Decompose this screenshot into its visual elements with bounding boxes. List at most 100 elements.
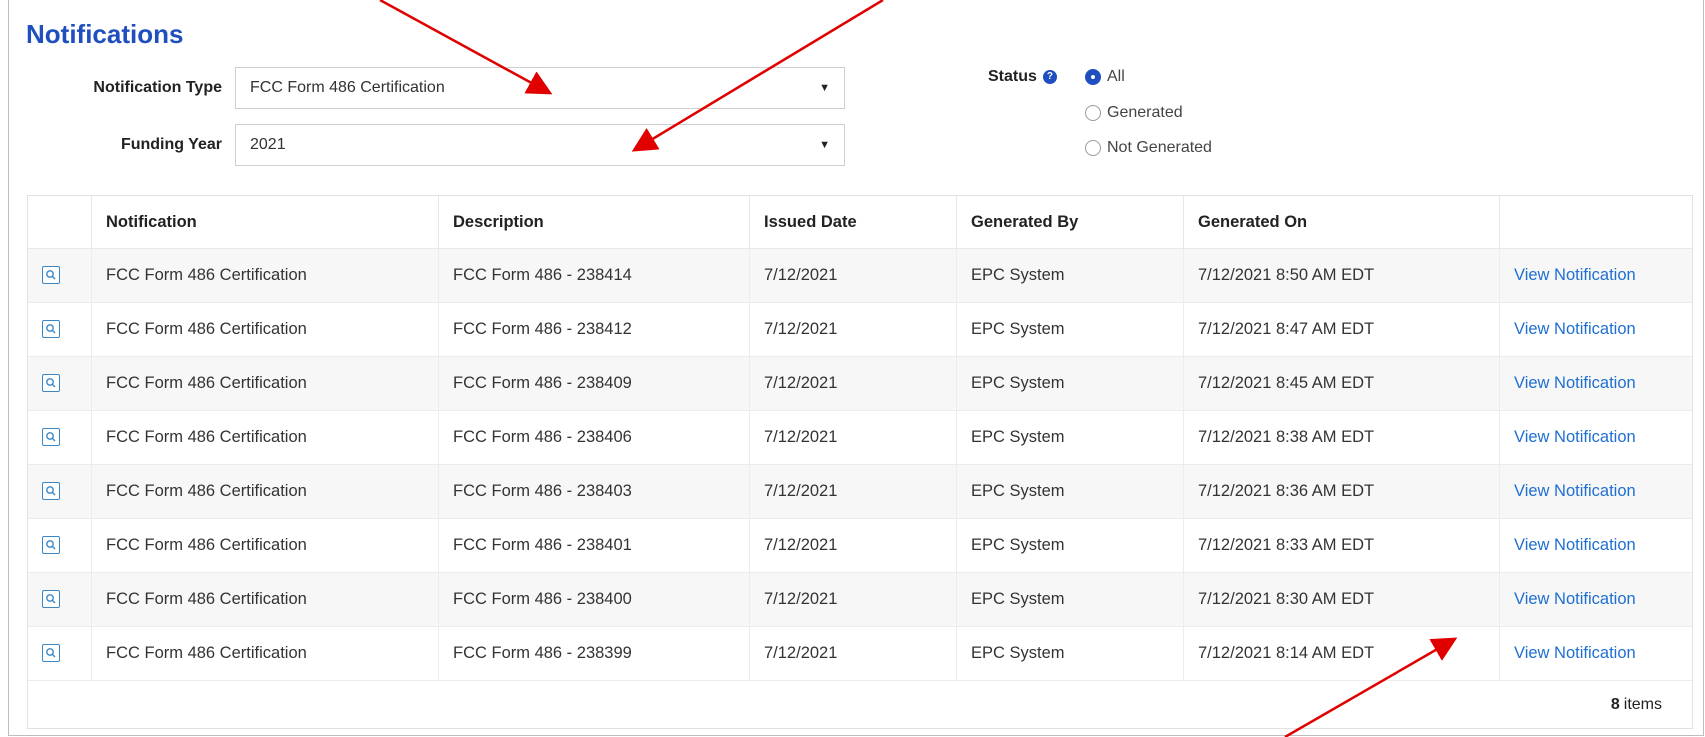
cell-generated-by: EPC System	[956, 572, 1184, 627]
caret-down-icon: ▼	[819, 82, 830, 94]
search-icon[interactable]	[42, 265, 60, 284]
cell-issued-date: 7/12/2021	[749, 464, 957, 519]
cell-description: FCC Form 486 - 238403	[438, 464, 750, 519]
table-row: FCC Form 486 Certification FCC Form 486 -…	[28, 356, 1692, 411]
radio-unchecked-icon[interactable]	[1085, 140, 1101, 156]
cell-description: FCC Form 486 - 238399	[438, 626, 750, 681]
cell-generated-on: 7/12/2021 8:33 AM EDT	[1183, 518, 1500, 573]
notifications-table: Notification Description Issued Date Gen…	[27, 195, 1693, 729]
column-header-issued-date[interactable]: Issued Date	[749, 196, 957, 249]
status-option-not-generated[interactable]: Not Generated	[1085, 139, 1212, 157]
search-icon[interactable]	[42, 643, 60, 662]
cell-notification: FCC Form 486 Certification	[91, 572, 439, 627]
question-circle-icon[interactable]: ?	[1042, 70, 1057, 84]
view-notification-link[interactable]: View Notification	[1514, 644, 1636, 662]
cell-description: FCC Form 486 - 238406	[438, 410, 750, 465]
view-notification-link[interactable]: View Notification	[1514, 590, 1636, 608]
cell-generated-on: 7/12/2021 8:45 AM EDT	[1183, 356, 1500, 411]
search-icon[interactable]	[42, 589, 60, 608]
row-action-cell	[28, 302, 92, 357]
radio-checked-icon[interactable]	[1085, 69, 1101, 85]
table-row: FCC Form 486 Certification FCC Form 486 -…	[28, 572, 1692, 627]
cell-notification: FCC Form 486 Certification	[91, 356, 439, 411]
cell-issued-date: 7/12/2021	[749, 302, 957, 357]
status-label-group: Status ?	[988, 68, 1057, 86]
cell-action: View Notification	[1499, 356, 1692, 411]
row-action-cell	[28, 626, 92, 681]
cell-generated-on: 7/12/2021 8:47 AM EDT	[1183, 302, 1500, 357]
cell-generated-by: EPC System	[956, 356, 1184, 411]
cell-notification: FCC Form 486 Certification	[91, 302, 439, 357]
cell-description: FCC Form 486 - 238414	[438, 248, 750, 303]
cell-action: View Notification	[1499, 248, 1692, 303]
status-option-generated[interactable]: Generated	[1085, 104, 1183, 122]
cell-issued-date: 7/12/2021	[749, 356, 957, 411]
cell-action: View Notification	[1499, 464, 1692, 519]
cell-generated-by: EPC System	[956, 464, 1184, 519]
radio-unchecked-icon[interactable]	[1085, 105, 1101, 121]
column-header-generated-by[interactable]: Generated By	[956, 196, 1184, 249]
cell-action: View Notification	[1499, 572, 1692, 627]
cell-action: View Notification	[1499, 410, 1692, 465]
cell-generated-on: 7/12/2021 8:38 AM EDT	[1183, 410, 1500, 465]
cell-generated-on: 7/12/2021 8:36 AM EDT	[1183, 464, 1500, 519]
row-action-cell	[28, 410, 92, 465]
page-title: Notifications	[26, 19, 184, 49]
item-count: 8	[1610, 695, 1620, 713]
cell-generated-by: EPC System	[956, 248, 1184, 303]
notification-type-select[interactable]: FCC Form 486 Certification ▼	[235, 67, 845, 109]
row-action-cell	[28, 464, 92, 519]
column-header-action	[1499, 196, 1692, 249]
view-notification-link[interactable]: View Notification	[1514, 266, 1636, 284]
cell-generated-by: EPC System	[956, 518, 1184, 573]
cell-generated-by: EPC System	[956, 410, 1184, 465]
table-header-row: Notification Description Issued Date Gen…	[28, 196, 1692, 249]
row-action-cell	[28, 572, 92, 627]
column-header-description[interactable]: Description	[438, 196, 750, 249]
row-action-cell	[28, 356, 92, 411]
funding-year-value: 2021	[250, 136, 286, 153]
table-row: FCC Form 486 Certification FCC Form 486 -…	[28, 302, 1692, 357]
table-row: FCC Form 486 Certification FCC Form 486 -…	[28, 410, 1692, 465]
cell-generated-on: 7/12/2021 8:50 AM EDT	[1183, 248, 1500, 303]
column-header-action-icon	[28, 196, 92, 249]
funding-year-select[interactable]: 2021 ▼	[235, 124, 845, 166]
search-icon[interactable]	[42, 427, 60, 446]
cell-notification: FCC Form 486 Certification	[91, 248, 439, 303]
view-notification-link[interactable]: View Notification	[1514, 374, 1636, 392]
cell-issued-date: 7/12/2021	[749, 572, 957, 627]
view-notification-link[interactable]: View Notification	[1514, 320, 1636, 338]
notification-type-value: FCC Form 486 Certification	[250, 79, 445, 96]
cell-action: View Notification	[1499, 518, 1692, 573]
cell-notification: FCC Form 486 Certification	[91, 518, 439, 573]
cell-issued-date: 7/12/2021	[749, 248, 957, 303]
cell-action: View Notification	[1499, 302, 1692, 357]
search-icon[interactable]	[42, 373, 60, 392]
cell-notification: FCC Form 486 Certification	[91, 464, 439, 519]
cell-generated-by: EPC System	[956, 626, 1184, 681]
search-icon[interactable]	[42, 481, 60, 500]
item-count-label: items	[1623, 695, 1662, 713]
column-header-notification[interactable]: Notification	[91, 196, 439, 249]
row-action-cell	[28, 248, 92, 303]
cell-generated-on: 7/12/2021 8:14 AM EDT	[1183, 626, 1500, 681]
cell-issued-date: 7/12/2021	[749, 410, 957, 465]
cell-generated-by: EPC System	[956, 302, 1184, 357]
search-icon[interactable]	[42, 319, 60, 338]
caret-down-icon: ▼	[819, 139, 830, 151]
table-row: FCC Form 486 Certification FCC Form 486 -…	[28, 518, 1692, 573]
view-notification-link[interactable]: View Notification	[1514, 428, 1636, 446]
table-row: FCC Form 486 Certification FCC Form 486 -…	[28, 248, 1692, 303]
status-option-label: Not Generated	[1107, 139, 1212, 156]
cell-description: FCC Form 486 - 238401	[438, 518, 750, 573]
view-notification-link[interactable]: View Notification	[1514, 482, 1636, 500]
funding-year-label: Funding Year	[120, 136, 222, 153]
search-icon[interactable]	[42, 535, 60, 554]
notification-type-label: Notification Type	[93, 79, 222, 96]
status-option-all[interactable]: All	[1085, 68, 1125, 86]
view-notification-link[interactable]: View Notification	[1514, 536, 1636, 554]
table-row: FCC Form 486 Certification FCC Form 486 -…	[28, 626, 1692, 681]
column-header-generated-on[interactable]: Generated On	[1183, 196, 1500, 249]
cell-description: FCC Form 486 - 238400	[438, 572, 750, 627]
table-row: FCC Form 486 Certification FCC Form 486 -…	[28, 464, 1692, 519]
